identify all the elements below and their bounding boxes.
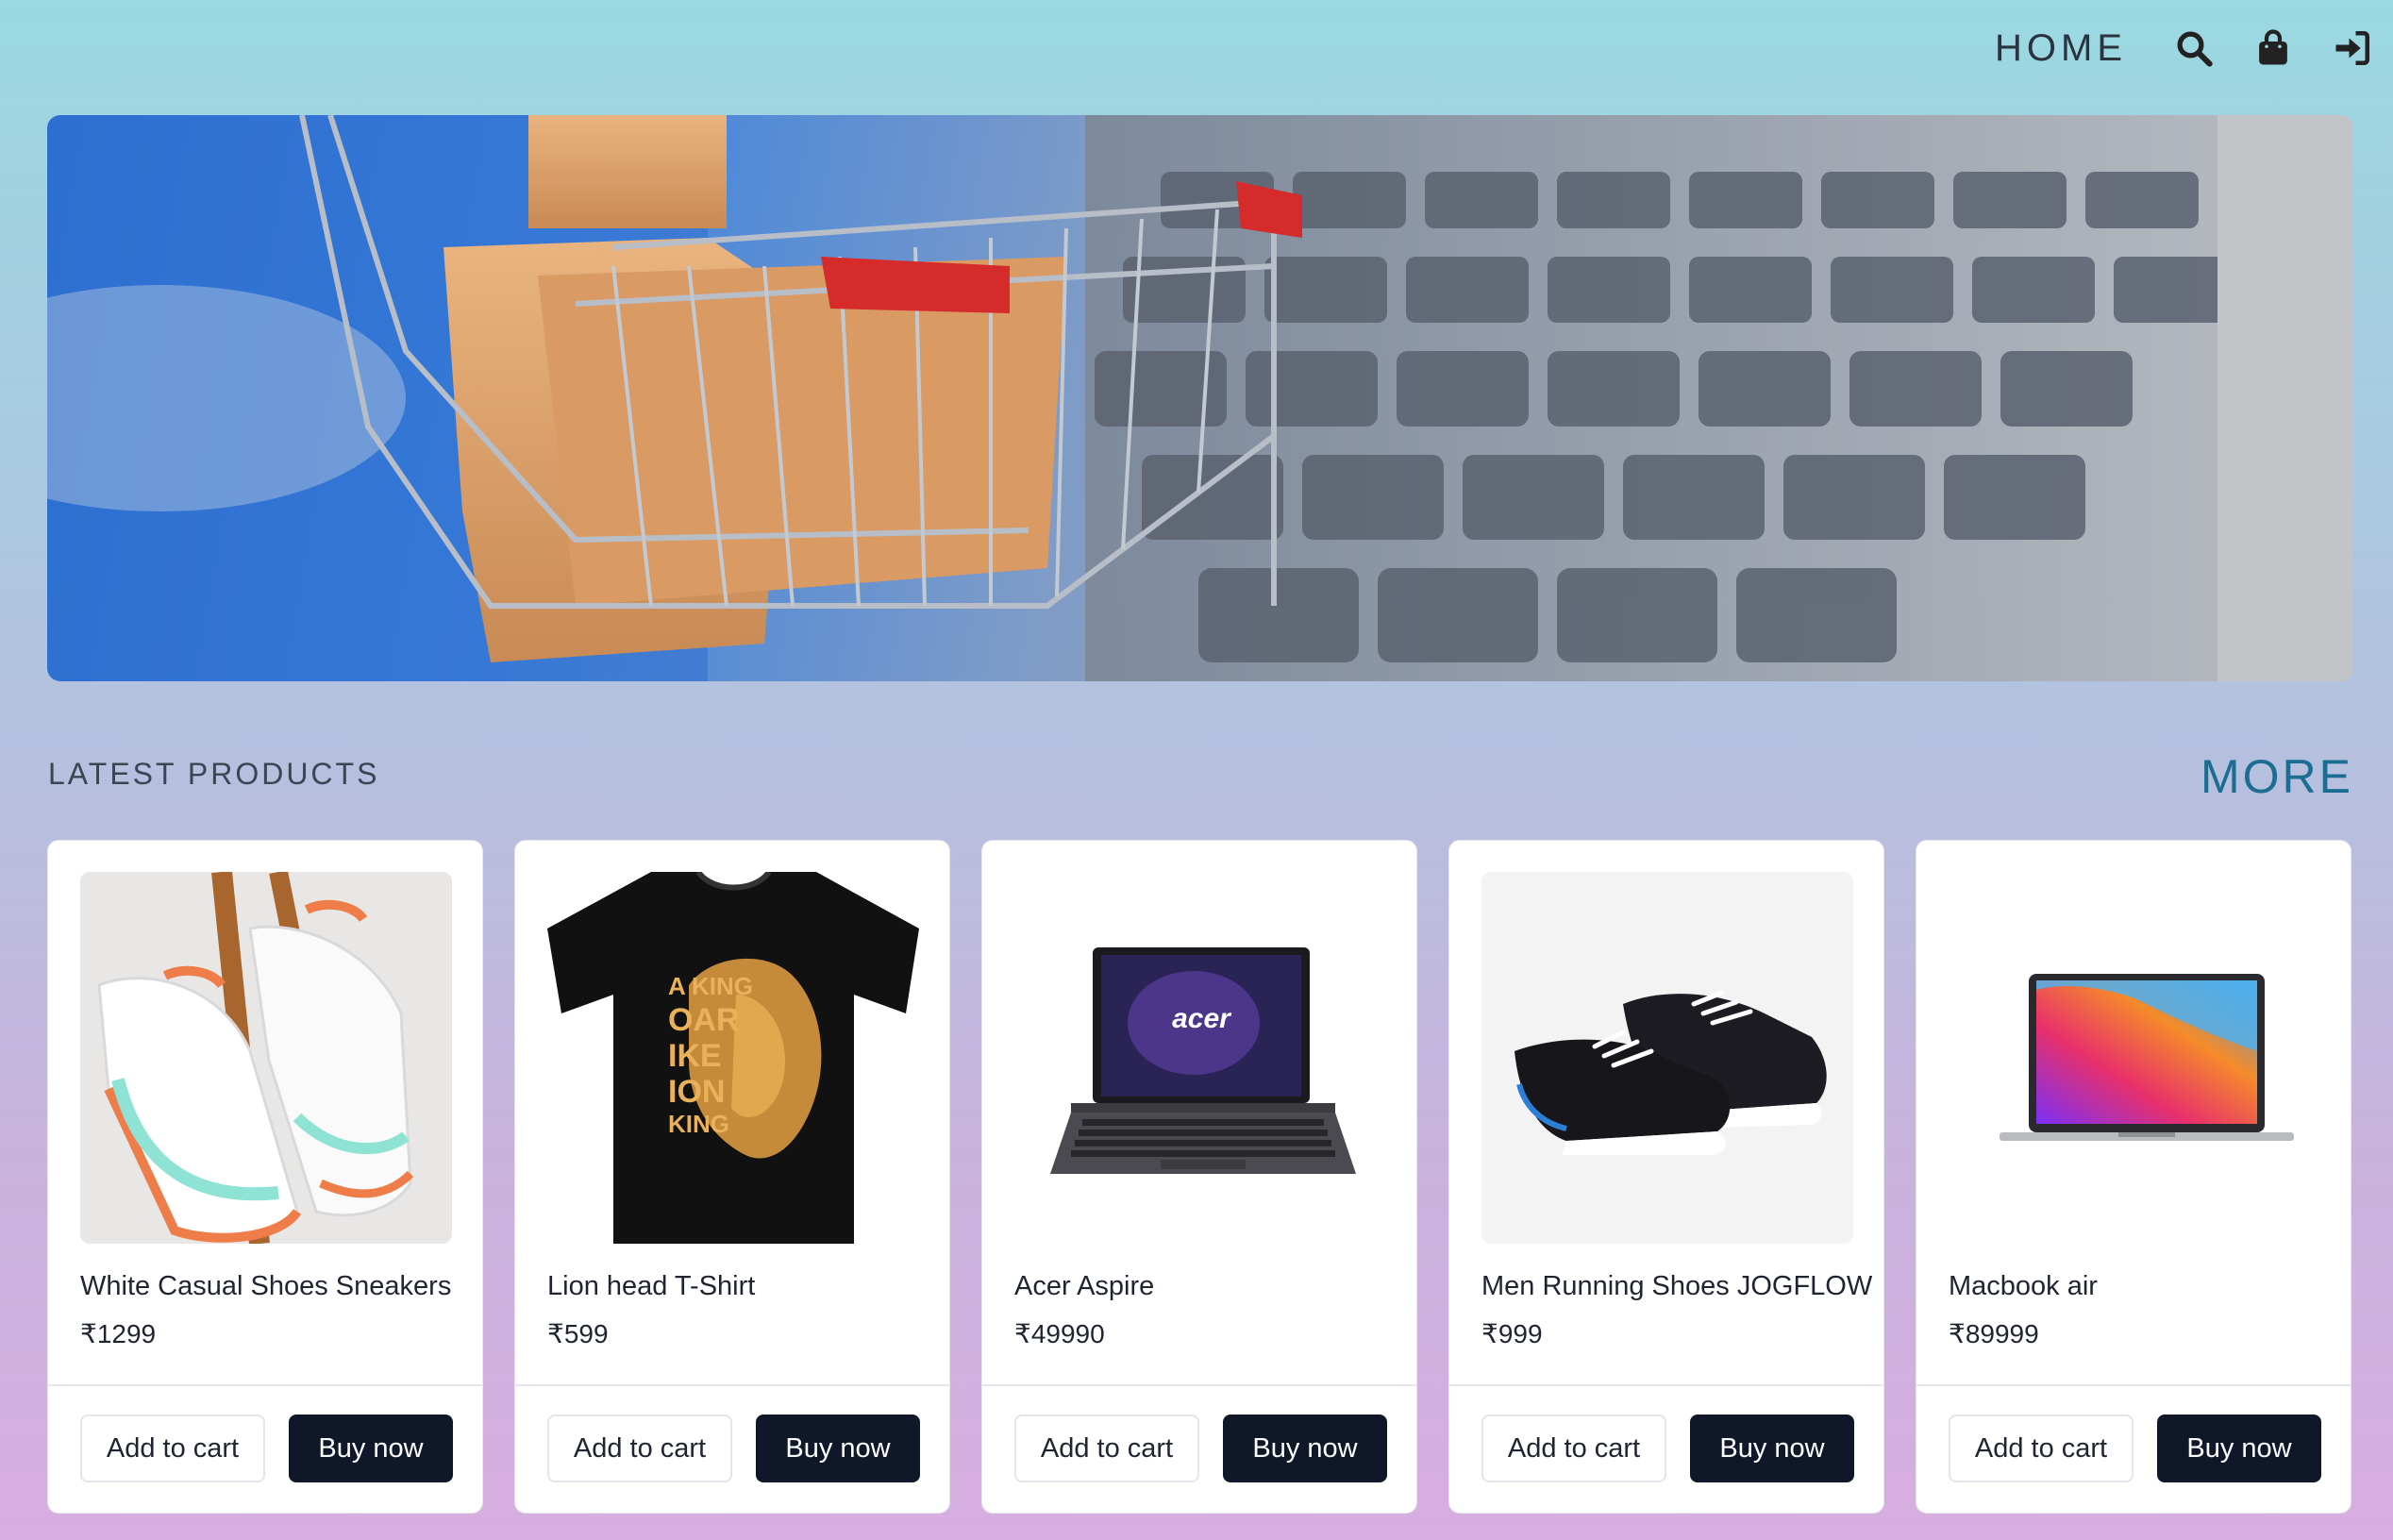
- nav-home-link[interactable]: HOME: [1995, 27, 2127, 70]
- product-card: Men Running Shoes JOGFLOW ₹999 Add to ca…: [1448, 840, 1884, 1514]
- hero-banner: [47, 115, 2353, 681]
- product-image[interactable]: [1481, 872, 1853, 1244]
- top-nav: HOME: [1995, 26, 2374, 70]
- more-link[interactable]: MORE: [2201, 749, 2353, 804]
- shopping-bag-icon[interactable]: [2251, 26, 2295, 70]
- tshirt-illustration: A KING OAR IKE ION KING: [547, 872, 919, 1244]
- product-price: ₹1299: [80, 1319, 157, 1348]
- svg-text:KING: KING: [668, 1110, 729, 1138]
- svg-text:IKE: IKE: [668, 1038, 722, 1074]
- running-shoes-illustration: [1514, 990, 1827, 1155]
- product-price: ₹89999: [1949, 1319, 2039, 1348]
- add-to-cart-button[interactable]: Add to cart: [80, 1414, 265, 1482]
- sneakers-illustration: [80, 872, 452, 1244]
- card-divider: [1449, 1384, 1883, 1386]
- add-to-cart-button[interactable]: Add to cart: [1949, 1414, 2134, 1482]
- product-price: ₹999: [1481, 1319, 1543, 1348]
- product-image[interactable]: A KING OAR IKE ION KING: [547, 872, 919, 1244]
- svg-text:ION: ION: [668, 1074, 725, 1110]
- svg-text:A KING: A KING: [668, 972, 753, 1000]
- card-divider: [48, 1384, 482, 1386]
- product-image[interactable]: [80, 872, 452, 1244]
- buy-now-button[interactable]: Buy now: [1223, 1414, 1387, 1482]
- hero-image: [47, 115, 2353, 681]
- product-card: A KING OAR IKE ION KING Lion head T-Shir…: [514, 840, 950, 1514]
- search-icon[interactable]: [2172, 26, 2216, 70]
- product-image[interactable]: acer: [1014, 872, 1386, 1244]
- product-card: White Casual Shoes Sneakers ₹1299 Add to…: [47, 840, 483, 1514]
- product-card: Macbook air ₹89999 Add to cart Buy now: [1916, 840, 2351, 1514]
- product-image[interactable]: [1949, 872, 2320, 1244]
- product-title[interactable]: Macbook air: [1949, 1271, 2098, 1302]
- product-grid: White Casual Shoes Sneakers ₹1299 Add to…: [47, 840, 2351, 1514]
- buy-now-button[interactable]: Buy now: [2157, 1414, 2321, 1482]
- card-divider: [515, 1384, 949, 1386]
- sign-in-icon[interactable]: [2331, 26, 2374, 70]
- macbook-illustration: [2000, 974, 2294, 1141]
- add-to-cart-button[interactable]: Add to cart: [1014, 1414, 1199, 1482]
- add-to-cart-button[interactable]: Add to cart: [1481, 1414, 1666, 1482]
- add-to-cart-button[interactable]: Add to cart: [547, 1414, 732, 1482]
- product-price: ₹49990: [1014, 1319, 1105, 1348]
- svg-text:acer: acer: [1172, 1003, 1232, 1034]
- card-divider: [982, 1384, 1416, 1386]
- section-title: LATEST PRODUCTS: [48, 757, 380, 791]
- product-title[interactable]: Men Running Shoes JOGFLOW: [1481, 1271, 1872, 1302]
- card-divider: [1916, 1384, 2351, 1386]
- product-title[interactable]: Acer Aspire: [1014, 1271, 1154, 1302]
- buy-now-button[interactable]: Buy now: [756, 1414, 920, 1482]
- svg-text:OAR: OAR: [668, 1002, 740, 1038]
- product-price: ₹599: [547, 1319, 609, 1348]
- buy-now-button[interactable]: Buy now: [1690, 1414, 1854, 1482]
- buy-now-button[interactable]: Buy now: [289, 1414, 453, 1482]
- laptop-illustration: acer: [1050, 947, 1356, 1174]
- product-title[interactable]: White Casual Shoes Sneakers: [80, 1271, 451, 1302]
- product-title[interactable]: Lion head T-Shirt: [547, 1271, 755, 1302]
- product-card: acer Acer Aspire ₹49990 Add to cart Buy …: [981, 840, 1417, 1514]
